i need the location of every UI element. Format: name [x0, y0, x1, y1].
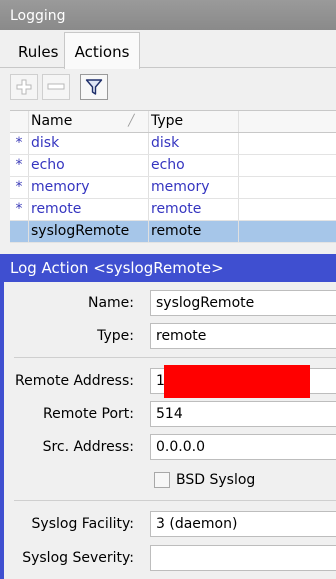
name-label: Name: — [87, 295, 134, 311]
minus-icon — [47, 83, 65, 90]
row-empty — [238, 177, 336, 198]
filter-button[interactable] — [80, 74, 108, 100]
row-type: echo — [148, 155, 238, 176]
tab-actions[interactable]: Actions — [64, 32, 140, 69]
remote-address-label: Remote Address: — [15, 373, 134, 389]
table-row-selected[interactable]: syslogRemote remote — [10, 221, 336, 243]
row-type: remote — [148, 221, 238, 242]
row-name: disk — [28, 133, 148, 154]
panel-title: Log Action <syslogRemote> — [4, 254, 336, 282]
row-name: echo — [28, 155, 148, 176]
toolbar — [0, 70, 336, 106]
syslog-severity-label: Syslog Severity: — [22, 550, 134, 566]
row-mark: * — [15, 201, 23, 217]
remove-button[interactable] — [42, 74, 70, 100]
syslog-facility-label: Syslog Facility: — [31, 516, 134, 532]
row-mark — [10, 221, 28, 242]
section-divider — [14, 357, 336, 358]
row-empty — [238, 221, 336, 242]
src-address-label: Src. Address: — [42, 439, 134, 455]
table-row[interactable]: * memory memory — [10, 177, 336, 199]
header-mark — [10, 111, 28, 132]
window-title: Logging — [0, 0, 336, 30]
actions-table: Name ╱ Type * disk disk * echo echo * me… — [10, 110, 336, 243]
bsd-syslog-checkbox[interactable] — [154, 472, 170, 488]
syslog-severity-select[interactable] — [150, 545, 336, 571]
row-type: remote — [148, 199, 238, 220]
row-type: disk — [148, 133, 238, 154]
redaction-block — [164, 365, 310, 398]
table-row[interactable]: * disk disk — [10, 133, 336, 155]
row-mark: * — [15, 157, 23, 173]
row-empty — [238, 133, 336, 154]
plus-icon — [16, 79, 32, 95]
tab-bar: Rules Actions — [0, 32, 336, 69]
add-button[interactable] — [10, 74, 38, 100]
table-header: Name ╱ Type — [10, 111, 336, 133]
src-address-field[interactable]: 0.0.0.0 — [150, 434, 336, 460]
table-row[interactable]: * remote remote — [10, 199, 336, 221]
row-mark: * — [15, 179, 23, 195]
row-name: syslogRemote — [28, 221, 148, 242]
name-field[interactable]: syslogRemote — [150, 290, 336, 316]
tab-rules[interactable]: Rules — [12, 36, 64, 68]
row-name: remote — [28, 199, 148, 220]
row-mark: * — [15, 135, 23, 151]
bsd-syslog-label: BSD Syslog — [176, 472, 256, 488]
filter-icon — [85, 79, 103, 95]
row-name: memory — [28, 177, 148, 198]
remote-port-label: Remote Port: — [43, 406, 134, 422]
type-label: Type: — [97, 328, 134, 344]
type-select[interactable]: remote — [150, 323, 336, 349]
row-empty — [238, 199, 336, 220]
sort-indicator-icon: ╱ — [128, 114, 135, 127]
table-row[interactable]: * echo echo — [10, 155, 336, 177]
row-type: memory — [148, 177, 238, 198]
column-header-type[interactable]: Type — [148, 111, 238, 132]
column-header-empty — [238, 111, 336, 132]
remote-port-field[interactable]: 514 — [150, 401, 336, 427]
row-empty — [238, 155, 336, 176]
section-divider — [14, 500, 336, 501]
syslog-facility-select[interactable]: 3 (daemon) — [150, 511, 336, 537]
